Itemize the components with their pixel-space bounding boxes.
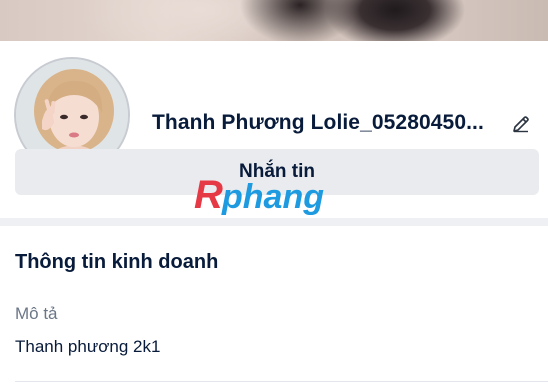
description-label: Mô tả — [15, 304, 58, 323]
section-divider — [0, 218, 548, 226]
cover-photo[interactable] — [0, 0, 548, 41]
pencil-icon — [513, 116, 529, 133]
profile-page: Thanh Phương Lolie_05280450... Nhắn tin … — [0, 0, 548, 392]
svg-text:phang: phang — [221, 178, 324, 216]
edit-name-button[interactable] — [508, 111, 534, 137]
rphang-watermark-logo: R phang — [194, 173, 324, 217]
profile-name: Thanh Phương Lolie_05280450... — [152, 111, 484, 134]
field-divider — [15, 381, 548, 382]
business-info-title: Thông tin kinh doanh — [15, 251, 219, 273]
svg-text:R: R — [194, 173, 223, 217]
description-value: Thanh phương 2k1 — [15, 337, 161, 356]
